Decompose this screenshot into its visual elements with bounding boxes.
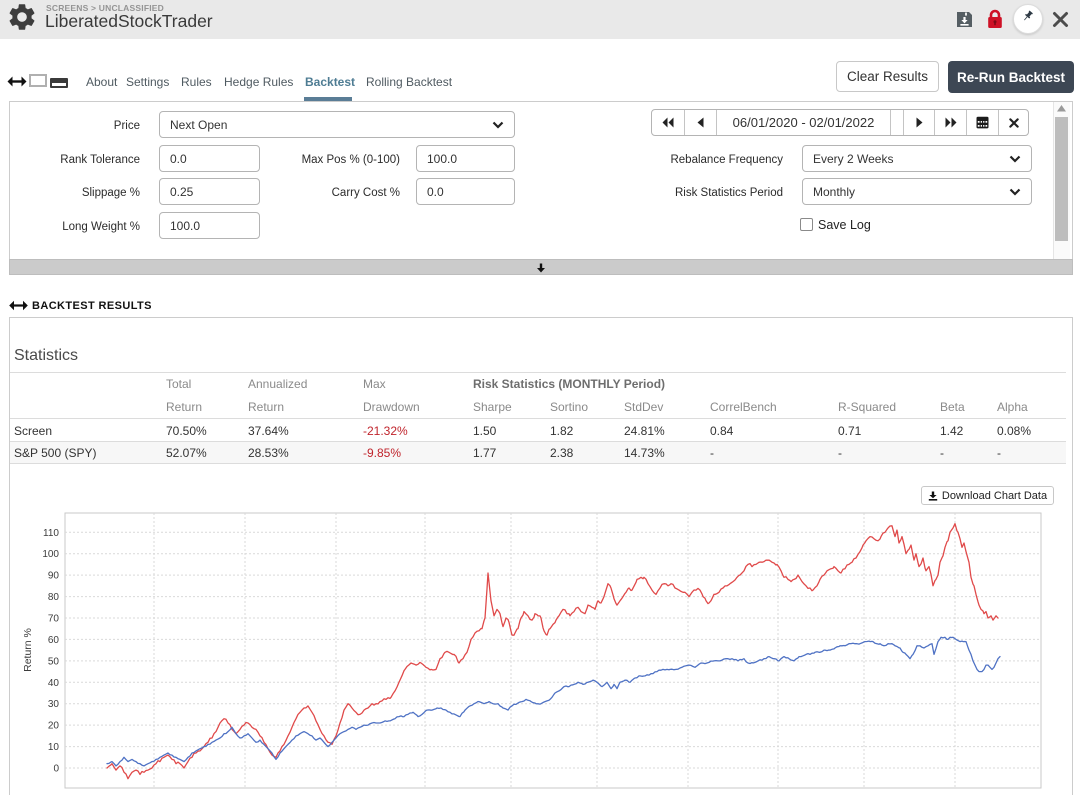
svg-text:50: 50 bbox=[48, 656, 60, 667]
svg-text:20: 20 bbox=[48, 721, 60, 732]
svg-text:70: 70 bbox=[48, 614, 60, 625]
svg-text:60: 60 bbox=[48, 635, 60, 646]
svg-text:90: 90 bbox=[48, 571, 60, 582]
svg-text:80: 80 bbox=[48, 592, 60, 603]
svg-text:30: 30 bbox=[48, 699, 60, 710]
svg-text:Return %: Return % bbox=[22, 628, 34, 672]
svg-text:40: 40 bbox=[48, 678, 60, 689]
svg-text:10: 10 bbox=[48, 742, 60, 753]
svg-text:0: 0 bbox=[53, 764, 59, 775]
svg-text:110: 110 bbox=[43, 528, 59, 539]
svg-text:100: 100 bbox=[42, 549, 59, 560]
